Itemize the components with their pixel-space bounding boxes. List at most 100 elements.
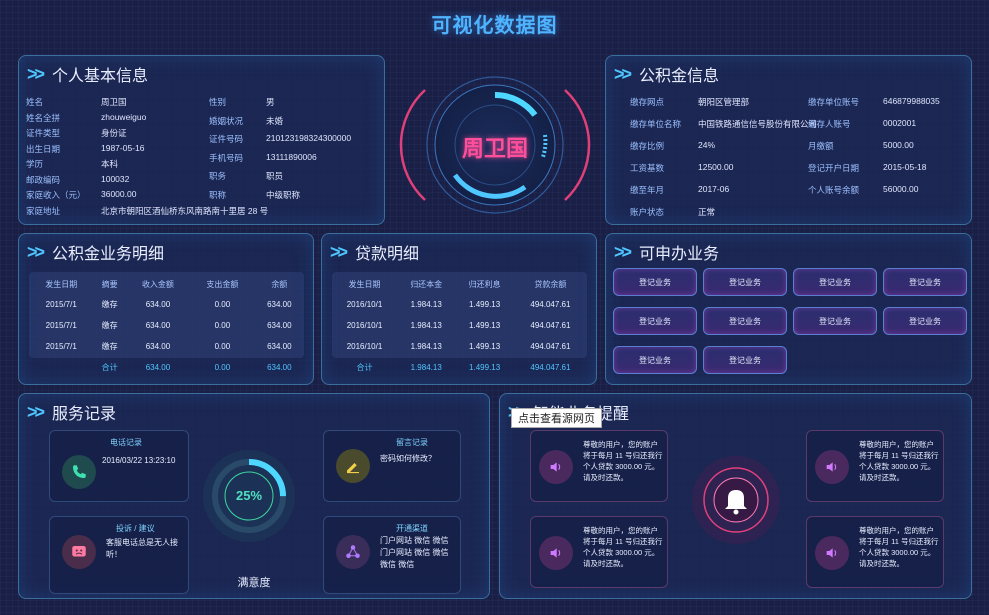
table-cell: 2016/10/1 xyxy=(346,300,383,309)
table-row[interactable]: 2016/10/1 1.984.13 1.499.13 494.047.61 xyxy=(332,315,587,336)
field-value: 职员 xyxy=(266,171,284,181)
info-field: 证件类型 身份证 xyxy=(26,127,127,139)
field-label: 缴至年月 xyxy=(630,185,665,195)
info-field: 个人账号余额 56000.00 xyxy=(808,184,918,196)
reminder-card[interactable]: 尊敬的用户，您的账户将于每月 11 号归还我行个人贷款 3000.00 元。请及… xyxy=(806,516,944,588)
table-cell: 缴存 xyxy=(101,321,118,330)
field-value: 2015-05-18 xyxy=(883,162,927,172)
table-row[interactable]: 2016/10/1 1.984.13 1.499.13 494.047.61 xyxy=(332,336,587,357)
total-cell: 1.984.13 xyxy=(410,363,442,372)
table-cell: 1.984.13 xyxy=(410,300,442,309)
field-value: 2017-06 xyxy=(698,184,730,194)
info-field: 职称 中级职称 xyxy=(209,189,300,201)
table-cell: 2016/10/1 xyxy=(346,321,383,330)
info-field: 性别 男 xyxy=(209,96,275,108)
info-field: 登记开户日期 2015-05-18 xyxy=(808,162,926,174)
info-field: 手机号码 13111890006 xyxy=(209,152,317,164)
complaint-title: 投诉 / 建议 xyxy=(116,524,155,533)
business-header: >> 可申办业务 xyxy=(614,240,719,264)
panel-title: 公积金业务明细 xyxy=(52,246,165,263)
phone-record-title: 电话记录 xyxy=(110,438,142,447)
loan-detail-panel: >> 贷款明细 发生日期 归还本金 归还利息 贷款余额 2016/10/1 1.984.13… xyxy=(321,233,597,385)
table-row[interactable]: 2015/7/1 缴存 634.00 0.00 634.00 xyxy=(29,315,304,336)
table-header-row: 发生日期 摘要 收入金额 支出金额 余额 xyxy=(29,274,304,294)
reminder-card[interactable]: 尊敬的用户，您的账户将于每月 11 号归还我行个人贷款 3000.00 元。请及… xyxy=(806,430,944,502)
field-value: 1987-05-16 xyxy=(101,142,145,153)
table-cell: 1.984.13 xyxy=(410,342,442,351)
share-icon xyxy=(336,535,370,569)
info-field: 姓名 周卫国 xyxy=(26,96,127,108)
personal-info-panel: >> 个人基本信息 姓名 周卫国 姓名全拼 zhouweiguo 证件类型 身份证 出生日期 1… xyxy=(18,55,385,225)
register-business-button[interactable]: 登记业务 xyxy=(793,307,877,335)
register-business-button[interactable]: 登记业务 xyxy=(613,307,697,335)
field-label: 手机号码 xyxy=(209,152,244,163)
register-business-button[interactable]: 登记业务 xyxy=(793,268,877,296)
service-panel: >> 服务记录 电话记录 2016/03/22 13:23:10 投诉 / 建议 … xyxy=(18,393,490,599)
reminder-text: 尊敬的用户，您的账户将于每月 11 号归还我行个人贷款 3000.00 元。请及… xyxy=(859,526,939,568)
table-row[interactable]: 2015/7/1 缴存 634.00 0.00 634.00 xyxy=(29,294,304,315)
table-cell: 0.00 xyxy=(214,321,231,330)
table-cell: 2015/7/1 xyxy=(45,300,77,309)
reminder-text: 尊敬的用户，您的账户将于每月 11 号归还我行个人贷款 3000.00 元。请及… xyxy=(859,440,939,482)
column-header: 余额 xyxy=(271,279,288,289)
field-value: 5000.00 xyxy=(883,140,914,150)
field-label: 邮政编码 xyxy=(26,174,61,185)
sad-face-icon xyxy=(62,535,96,569)
register-business-button[interactable]: 登记业务 xyxy=(613,268,697,296)
column-header: 贷款余额 xyxy=(534,279,567,289)
phone-record-text: 2016/03/22 13:23:10 xyxy=(102,456,176,465)
channel-card[interactable]: 开通渠道 门户网站 微信 微信 门户网站 微信 微信 微信 微信 xyxy=(323,516,461,594)
phone-record-card[interactable]: 电话记录 2016/03/22 13:23:10 xyxy=(49,430,189,502)
message-record-card[interactable]: 留言记录 密码如何修改？ xyxy=(323,430,461,502)
register-business-button[interactable]: 登记业务 xyxy=(703,346,787,374)
fund-detail-panel: >> 公积金业务明细 发生日期 摘要 收入金额 支出金额 余额 2015/7/1 缴存 634.… xyxy=(18,233,314,385)
field-value: 朝阳区管理部 xyxy=(698,97,750,107)
info-field: 缴存单位名称 中国铁路通信信号股份有限公司 xyxy=(630,118,817,130)
register-business-button[interactable]: 登记业务 xyxy=(883,307,967,335)
table-header-row: 发生日期 归还本金 归还利息 贷款余额 xyxy=(332,274,587,294)
field-value: 12500.00 xyxy=(698,162,734,172)
field-label: 姓名 xyxy=(26,97,44,107)
double-chevron-icon: >> xyxy=(27,63,45,84)
total-cell: 合计 xyxy=(101,363,118,372)
field-value: 646879988035 xyxy=(883,96,940,106)
register-business-button[interactable]: 登记业务 xyxy=(703,268,787,296)
double-chevron-icon: >> xyxy=(27,401,45,422)
channel-text: 门户网站 微信 微信 门户网站 微信 微信 微信 微信 xyxy=(380,536,449,569)
speaker-icon xyxy=(539,536,573,570)
field-value: 未婚 xyxy=(266,115,284,126)
speaker-icon xyxy=(539,450,573,484)
field-label: 缴存网点 xyxy=(630,97,665,107)
field-value: 24% xyxy=(698,140,716,150)
info-field: 缴存网点 朝阳区管理部 xyxy=(630,96,749,108)
table-row[interactable]: 2015/7/1 缴存 634.00 0.00 634.00 xyxy=(29,336,304,357)
table-cell: 1.984.13 xyxy=(410,321,442,330)
service-header: >> 服务记录 xyxy=(27,400,116,424)
speaker-icon xyxy=(815,536,849,570)
register-business-button[interactable]: 登记业务 xyxy=(703,307,787,335)
satisfaction-label: 满意度 xyxy=(237,577,271,589)
field-value: 100032 xyxy=(101,173,130,184)
info-field: 缴存人账号 0002001 xyxy=(808,118,916,130)
complaint-card[interactable]: 投诉 / 建议 客服电话总是无人接听！ xyxy=(49,516,189,594)
speaker-icon xyxy=(815,450,849,484)
loan-detail-table: 发生日期 归还本金 归还利息 贷款余额 2016/10/1 1.984.13 1.499.1… xyxy=(332,274,587,378)
business-panel: >> 可申办业务 登记业务 登记业务 登记业务 登记业务 登记业务 登记业务 登记业务 登记业务… xyxy=(605,233,972,385)
info-field: 工资基数 12500.00 xyxy=(630,162,733,174)
info-field: 家庭收入（元） 36000.00 xyxy=(26,189,136,201)
reminder-card[interactable]: 尊敬的用户，您的账户将于每月 11 号归还我行个人贷款 3000.00 元。请及… xyxy=(530,516,668,588)
reminder-card[interactable]: 尊敬的用户，您的账户将于每月 11 号归还我行个人贷款 3000.00 元。请及… xyxy=(530,430,668,502)
register-business-button[interactable]: 登记业务 xyxy=(613,346,697,374)
register-business-button[interactable]: 登记业务 xyxy=(883,268,967,296)
info-field: 出生日期 1987-05-16 xyxy=(26,143,144,155)
total-cell: 634.00 xyxy=(145,363,171,372)
field-label: 学历 xyxy=(26,159,44,169)
field-value: 13111890006 xyxy=(266,151,317,162)
info-field: 学历 本科 xyxy=(26,158,118,170)
table-cell: 634.00 xyxy=(267,300,292,309)
table-total-row: 合计 634.00 0.00 634.00 xyxy=(29,357,304,378)
field-value: 210123198324300000 xyxy=(266,133,352,143)
page-title: 可视化数据图 xyxy=(431,15,558,37)
table-cell: 494.047.61 xyxy=(530,300,571,309)
table-row[interactable]: 2016/10/1 1.984.13 1.499.13 494.047.61 xyxy=(332,294,587,315)
